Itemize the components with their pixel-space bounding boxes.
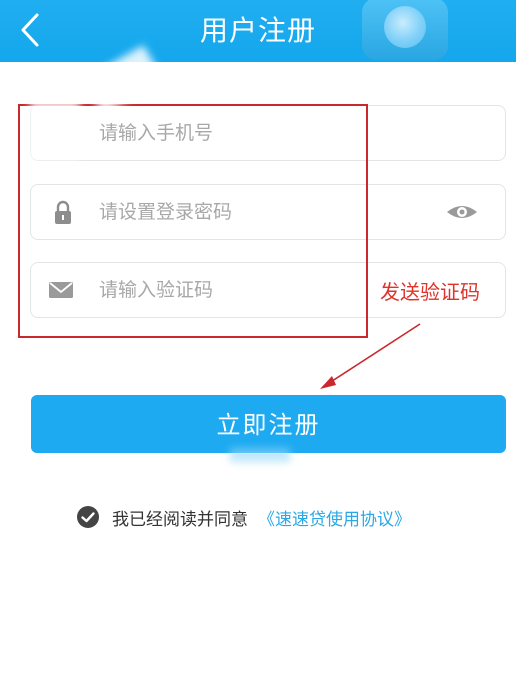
agreement-row: 我已经阅读并同意 《速速贷使用协议》 [76,503,411,531]
blur-artifact [230,448,290,462]
blur-artifact [30,100,80,160]
send-code-annotation: 发送验证码 [380,280,480,304]
agreement-link[interactable]: 《速速贷使用协议》 [258,505,411,530]
check-circle-icon[interactable] [76,505,100,529]
floating-assistive-button[interactable] [362,0,448,60]
agreement-text: 我已经阅读并同意 [112,509,248,530]
eye-icon[interactable] [445,198,479,226]
register-button[interactable]: 立即注册 [31,395,506,453]
app-header: 用户注册 [0,0,516,62]
